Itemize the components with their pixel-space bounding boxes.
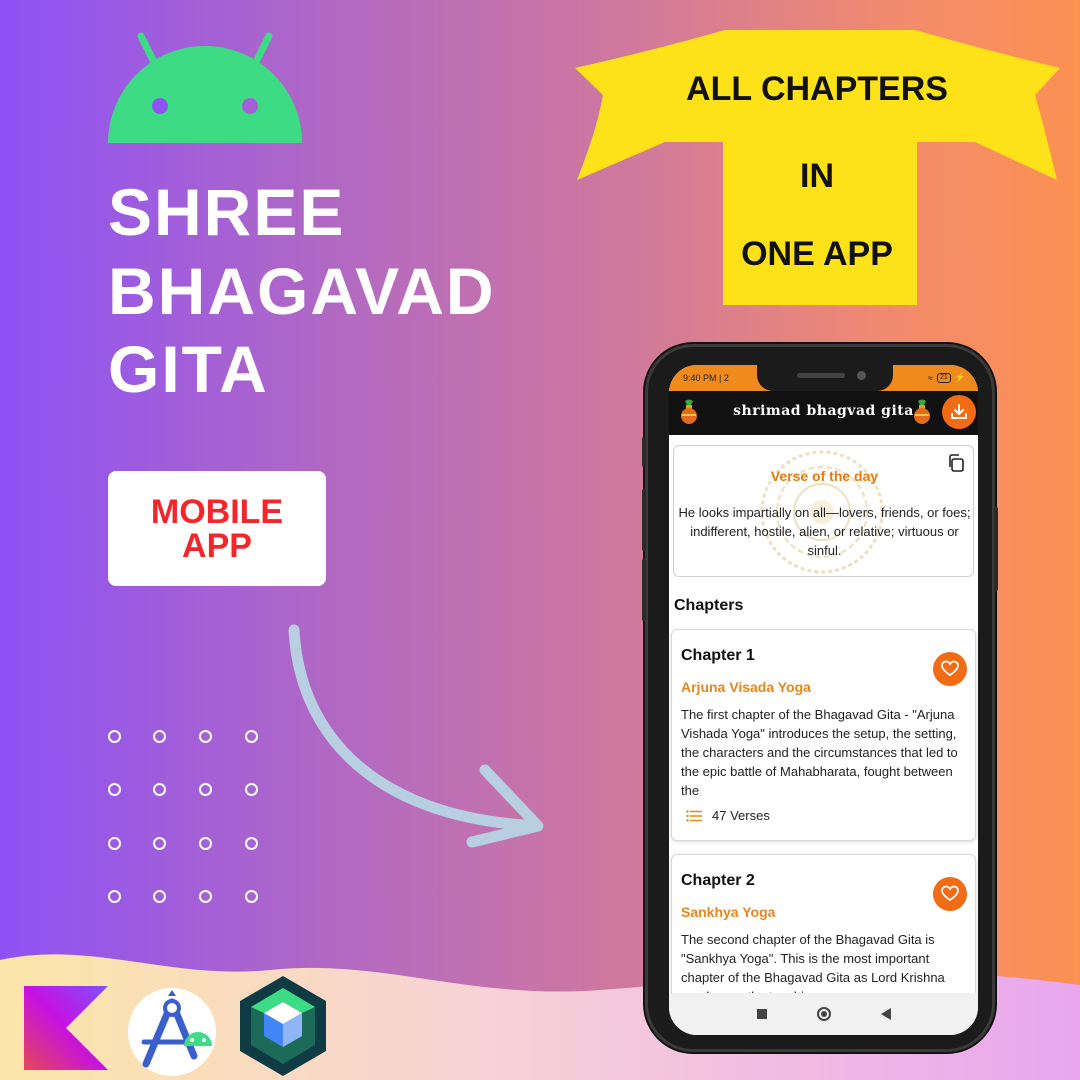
chapter-number: Chapter 2 (681, 872, 755, 889)
heart-icon (941, 660, 959, 677)
verse-of-day-card[interactable]: Verse of the day He looks impartially on… (673, 445, 974, 577)
phone-mockup: 9:40 PM | 2 ≈ 21 ⚡ shrimad bhagvad gita (642, 344, 998, 1052)
dot (108, 783, 121, 796)
banner-line-2: IN (800, 157, 834, 195)
download-icon (951, 404, 967, 419)
verse-text: He looks impartially on all—lovers, frie… (678, 505, 971, 558)
verse-title: Verse of the day (770, 468, 879, 484)
banner-line-3: ONE APP (741, 235, 893, 273)
dot (199, 837, 212, 850)
chapter-name: Sankhya Yoga (681, 904, 776, 920)
chapter-description: The first chapter of the Bhagavad Gita -… (681, 707, 958, 798)
back-button[interactable] (880, 1008, 891, 1020)
dot (245, 730, 258, 743)
dot (153, 783, 166, 796)
chapter-card[interactable]: Chapter 1 Arjuna Visada Yoga The first c… (671, 629, 976, 841)
chapter-card[interactable]: Chapter 2 Sankhya Yoga The second chapte… (671, 854, 976, 1014)
verses-count: 47 Verses (712, 808, 770, 823)
status-time: 9:40 PM | 2 (683, 373, 729, 383)
charging-icon: ⚡ (954, 372, 966, 382)
recents-button[interactable] (756, 1009, 767, 1019)
android-logo-icon (108, 32, 302, 143)
phone-side-button (994, 507, 998, 591)
jetpack-compose-icon (240, 976, 326, 1076)
verses-count-row: 47 Verses (686, 808, 770, 823)
app-bar: shrimad bhagvad gita (669, 391, 978, 435)
dot (245, 783, 258, 796)
system-nav-bar (669, 993, 978, 1035)
dot (108, 837, 121, 850)
android-studio-icon (128, 988, 216, 1076)
kotlin-icon (24, 986, 108, 1070)
headline-line-1: SHREE (108, 175, 346, 249)
chapters-heading: Chapters (674, 597, 744, 614)
phone-notch (757, 365, 893, 391)
home-button[interactable] (816, 1007, 831, 1021)
phone-side-button (642, 437, 646, 467)
status-icons: ≈ 21 ⚡ (928, 372, 966, 383)
chapter-number: Chapter 1 (681, 647, 755, 664)
curved-arrow-icon (288, 624, 544, 848)
favorite-button[interactable] (933, 652, 967, 686)
mobile-app-badge: MOBILE APP (108, 471, 326, 586)
dot (108, 730, 121, 743)
favorite-button[interactable] (933, 877, 967, 911)
dot (153, 890, 166, 903)
phone-screen: 9:40 PM | 2 ≈ 21 ⚡ shrimad bhagvad gita (669, 365, 978, 1035)
wifi-icon: ≈ (928, 372, 933, 383)
badge-line-2: APP (182, 526, 252, 565)
badge-line-1: MOBILE (150, 492, 284, 531)
headline-line-2: BHAGAVAD (108, 254, 496, 328)
front-camera (857, 371, 866, 380)
phone-side-button (642, 489, 646, 551)
kalash-icon (914, 399, 930, 424)
dot (199, 783, 212, 796)
dot (245, 837, 258, 850)
phone-side-button (642, 559, 646, 621)
dot (108, 890, 121, 903)
list-icon (686, 809, 702, 822)
dot (153, 730, 166, 743)
dot (199, 730, 212, 743)
copy-icon[interactable] (947, 454, 965, 472)
chapter-name: Arjuna Visada Yoga (681, 679, 811, 695)
dot (245, 890, 258, 903)
heart-icon (941, 885, 959, 902)
banner-line-1: ALL CHAPTERS (686, 70, 948, 108)
dot (153, 837, 166, 850)
speaker (797, 373, 845, 378)
headline-line-3: GITA (108, 332, 269, 406)
battery-icon: 21 (936, 372, 951, 383)
dot (199, 890, 212, 903)
download-button[interactable] (942, 395, 976, 429)
